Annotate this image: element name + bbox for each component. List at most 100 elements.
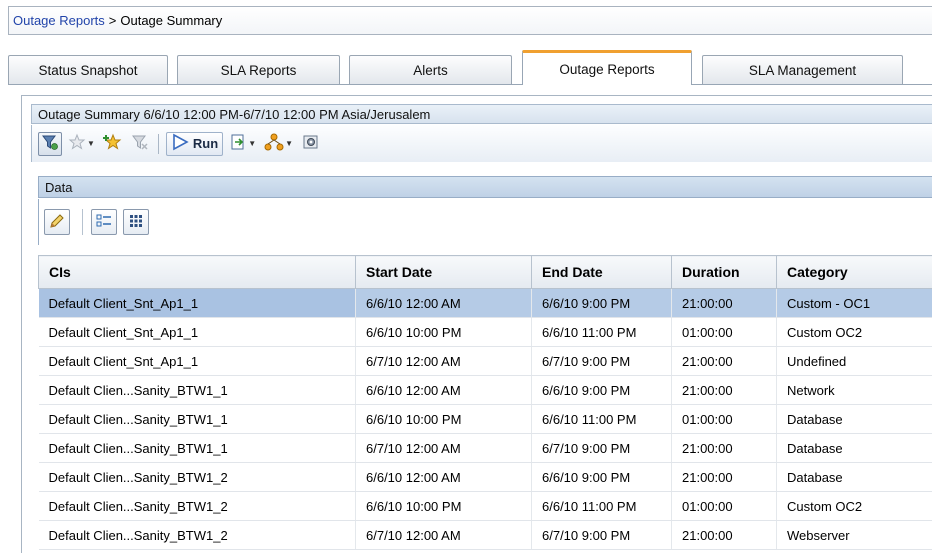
- tab-strip: Status Snapshot SLA Reports Alerts Outag…: [8, 50, 932, 85]
- grid-view-icon: [127, 212, 145, 233]
- filter-button[interactable]: [38, 131, 62, 156]
- breadcrumb-separator: >: [108, 13, 117, 28]
- cell-start-date: 6/7/10 12:00 AM: [355, 520, 532, 550]
- cell-end-date: 6/6/10 11:00 PM: [531, 491, 672, 521]
- share-button[interactable]: ▼: [262, 132, 295, 156]
- column-header-duration[interactable]: Duration: [671, 255, 777, 289]
- cell-end-date: 6/6/10 9:00 PM: [531, 375, 672, 405]
- table-row[interactable]: Default Client_Snt_Ap1_1 6/6/10 12:00 AM…: [38, 288, 932, 318]
- cell-ci: Default Clien...Sanity_BTW1_2: [38, 491, 356, 521]
- cell-duration: 21:00:00: [671, 346, 777, 376]
- cell-end-date: 6/7/10 9:00 PM: [531, 433, 672, 463]
- column-header-start-date[interactable]: Start Date: [355, 255, 532, 289]
- cell-ci: Default Client_Snt_Ap1_1: [38, 346, 356, 376]
- cell-duration: 21:00:00: [671, 288, 777, 318]
- breadcrumb: Outage Reports > Outage Summary: [8, 6, 932, 35]
- cell-duration: 01:00:00: [671, 317, 777, 347]
- clear-filter-icon: [131, 133, 149, 154]
- table-row[interactable]: Default Client_Snt_Ap1_1 6/7/10 12:00 AM…: [38, 346, 932, 376]
- tab-alerts[interactable]: Alerts: [349, 55, 512, 84]
- table-row[interactable]: Default Clien...Sanity_BTW1_2 6/6/10 12:…: [38, 462, 932, 492]
- add-favorite-icon: [102, 133, 123, 154]
- column-header-category[interactable]: Category: [776, 255, 932, 289]
- outage-table: CIs Start Date End Date Duration Categor…: [38, 255, 932, 550]
- cell-start-date: 6/6/10 10:00 PM: [355, 317, 532, 347]
- tab-sla-management[interactable]: SLA Management: [702, 55, 903, 84]
- breadcrumb-link-outage-reports[interactable]: Outage Reports: [13, 13, 105, 28]
- chevron-down-icon: ▼: [248, 139, 257, 148]
- column-header-end-date[interactable]: End Date: [531, 255, 672, 289]
- toolbar-divider: [82, 209, 83, 235]
- run-label: Run: [192, 136, 219, 151]
- cell-ci: Default Clien...Sanity_BTW1_1: [38, 375, 356, 405]
- edit-icon: [48, 212, 66, 233]
- cell-start-date: 6/6/10 12:00 AM: [355, 462, 532, 492]
- cell-end-date: 6/6/10 9:00 PM: [531, 462, 672, 492]
- grid-view-button[interactable]: [123, 209, 149, 235]
- clear-filter-button[interactable]: [129, 132, 151, 156]
- cell-duration: 21:00:00: [671, 520, 777, 550]
- tab-sla-reports[interactable]: SLA Reports: [177, 55, 340, 84]
- toolbar-divider: [157, 133, 159, 154]
- settings-button[interactable]: [299, 132, 323, 156]
- table-row[interactable]: Default Clien...Sanity_BTW1_1 6/7/10 12:…: [38, 433, 932, 463]
- column-header-cis[interactable]: CIs: [38, 255, 356, 289]
- cell-start-date: 6/6/10 12:00 AM: [355, 375, 532, 405]
- cell-duration: 21:00:00: [671, 462, 777, 492]
- cell-category: Custom OC2: [776, 491, 932, 521]
- cell-end-date: 6/6/10 11:00 PM: [531, 404, 672, 434]
- cell-ci: Default Clien...Sanity_BTW1_1: [38, 433, 356, 463]
- cell-ci: Default Clien...Sanity_BTW1_1: [38, 404, 356, 434]
- table-row[interactable]: Default Clien...Sanity_BTW1_2 6/7/10 12:…: [38, 520, 932, 550]
- cell-ci: Default Client_Snt_Ap1_1: [38, 317, 356, 347]
- add-favorite-button[interactable]: [101, 132, 125, 156]
- cell-duration: 01:00:00: [671, 404, 777, 434]
- list-view-icon: [95, 212, 113, 233]
- cell-ci: Default Clien...Sanity_BTW1_2: [38, 462, 356, 492]
- cell-category: Custom OC2: [776, 317, 932, 347]
- tab-outage-reports[interactable]: Outage Reports: [522, 50, 692, 85]
- table-row[interactable]: Default Clien...Sanity_BTW1_1 6/6/10 12:…: [38, 375, 932, 405]
- cell-duration: 21:00:00: [671, 375, 777, 405]
- run-button[interactable]: Run: [165, 131, 224, 156]
- data-section-title: Data: [38, 176, 932, 198]
- export-button[interactable]: ▼: [227, 132, 258, 156]
- chevron-down-icon: ▼: [87, 139, 95, 148]
- list-view-button[interactable]: [91, 209, 117, 235]
- cell-ci: Default Client_Snt_Ap1_1: [38, 288, 356, 318]
- settings-icon: [301, 133, 321, 154]
- favorites-icon: [68, 133, 86, 154]
- table-row[interactable]: Default Client_Snt_Ap1_1 6/6/10 10:00 PM…: [38, 317, 932, 347]
- cell-duration: 21:00:00: [671, 433, 777, 463]
- cell-end-date: 6/6/10 9:00 PM: [531, 288, 672, 318]
- cell-end-date: 6/7/10 9:00 PM: [531, 346, 672, 376]
- export-icon: [229, 133, 247, 154]
- tab-status-snapshot[interactable]: Status Snapshot: [8, 55, 168, 84]
- cell-start-date: 6/6/10 10:00 PM: [355, 404, 532, 434]
- table-row[interactable]: Default Clien...Sanity_BTW1_2 6/6/10 10:…: [38, 491, 932, 521]
- favorites-button[interactable]: ▼: [66, 132, 97, 156]
- cell-category: Database: [776, 462, 932, 492]
- breadcrumb-current: Outage Summary: [120, 13, 223, 28]
- report-toolbar: ▼ Run ▼ ▼: [31, 125, 932, 162]
- cell-category: Custom - OC1: [776, 288, 932, 318]
- table-row[interactable]: Default Clien...Sanity_BTW1_1 6/6/10 10:…: [38, 404, 932, 434]
- cell-start-date: 6/7/10 12:00 AM: [355, 346, 532, 376]
- run-icon: [171, 133, 189, 154]
- edit-button[interactable]: [44, 209, 70, 235]
- filter-icon: [41, 133, 59, 154]
- cell-end-date: 6/7/10 9:00 PM: [531, 520, 672, 550]
- chevron-down-icon: ▼: [285, 139, 294, 148]
- cell-start-date: 6/7/10 12:00 AM: [355, 433, 532, 463]
- data-toolbar: [38, 199, 932, 245]
- cell-duration: 01:00:00: [671, 491, 777, 521]
- cell-category: Network: [776, 375, 932, 405]
- cell-category: Webserver: [776, 520, 932, 550]
- cell-category: Undefined: [776, 346, 932, 376]
- cell-category: Database: [776, 433, 932, 463]
- share-icon: [264, 133, 284, 154]
- cell-ci: Default Clien...Sanity_BTW1_2: [38, 520, 356, 550]
- panel-title: Outage Summary 6/6/10 12:00 PM-6/7/10 12…: [31, 104, 932, 124]
- cell-category: Database: [776, 404, 932, 434]
- cell-start-date: 6/6/10 12:00 AM: [355, 288, 532, 318]
